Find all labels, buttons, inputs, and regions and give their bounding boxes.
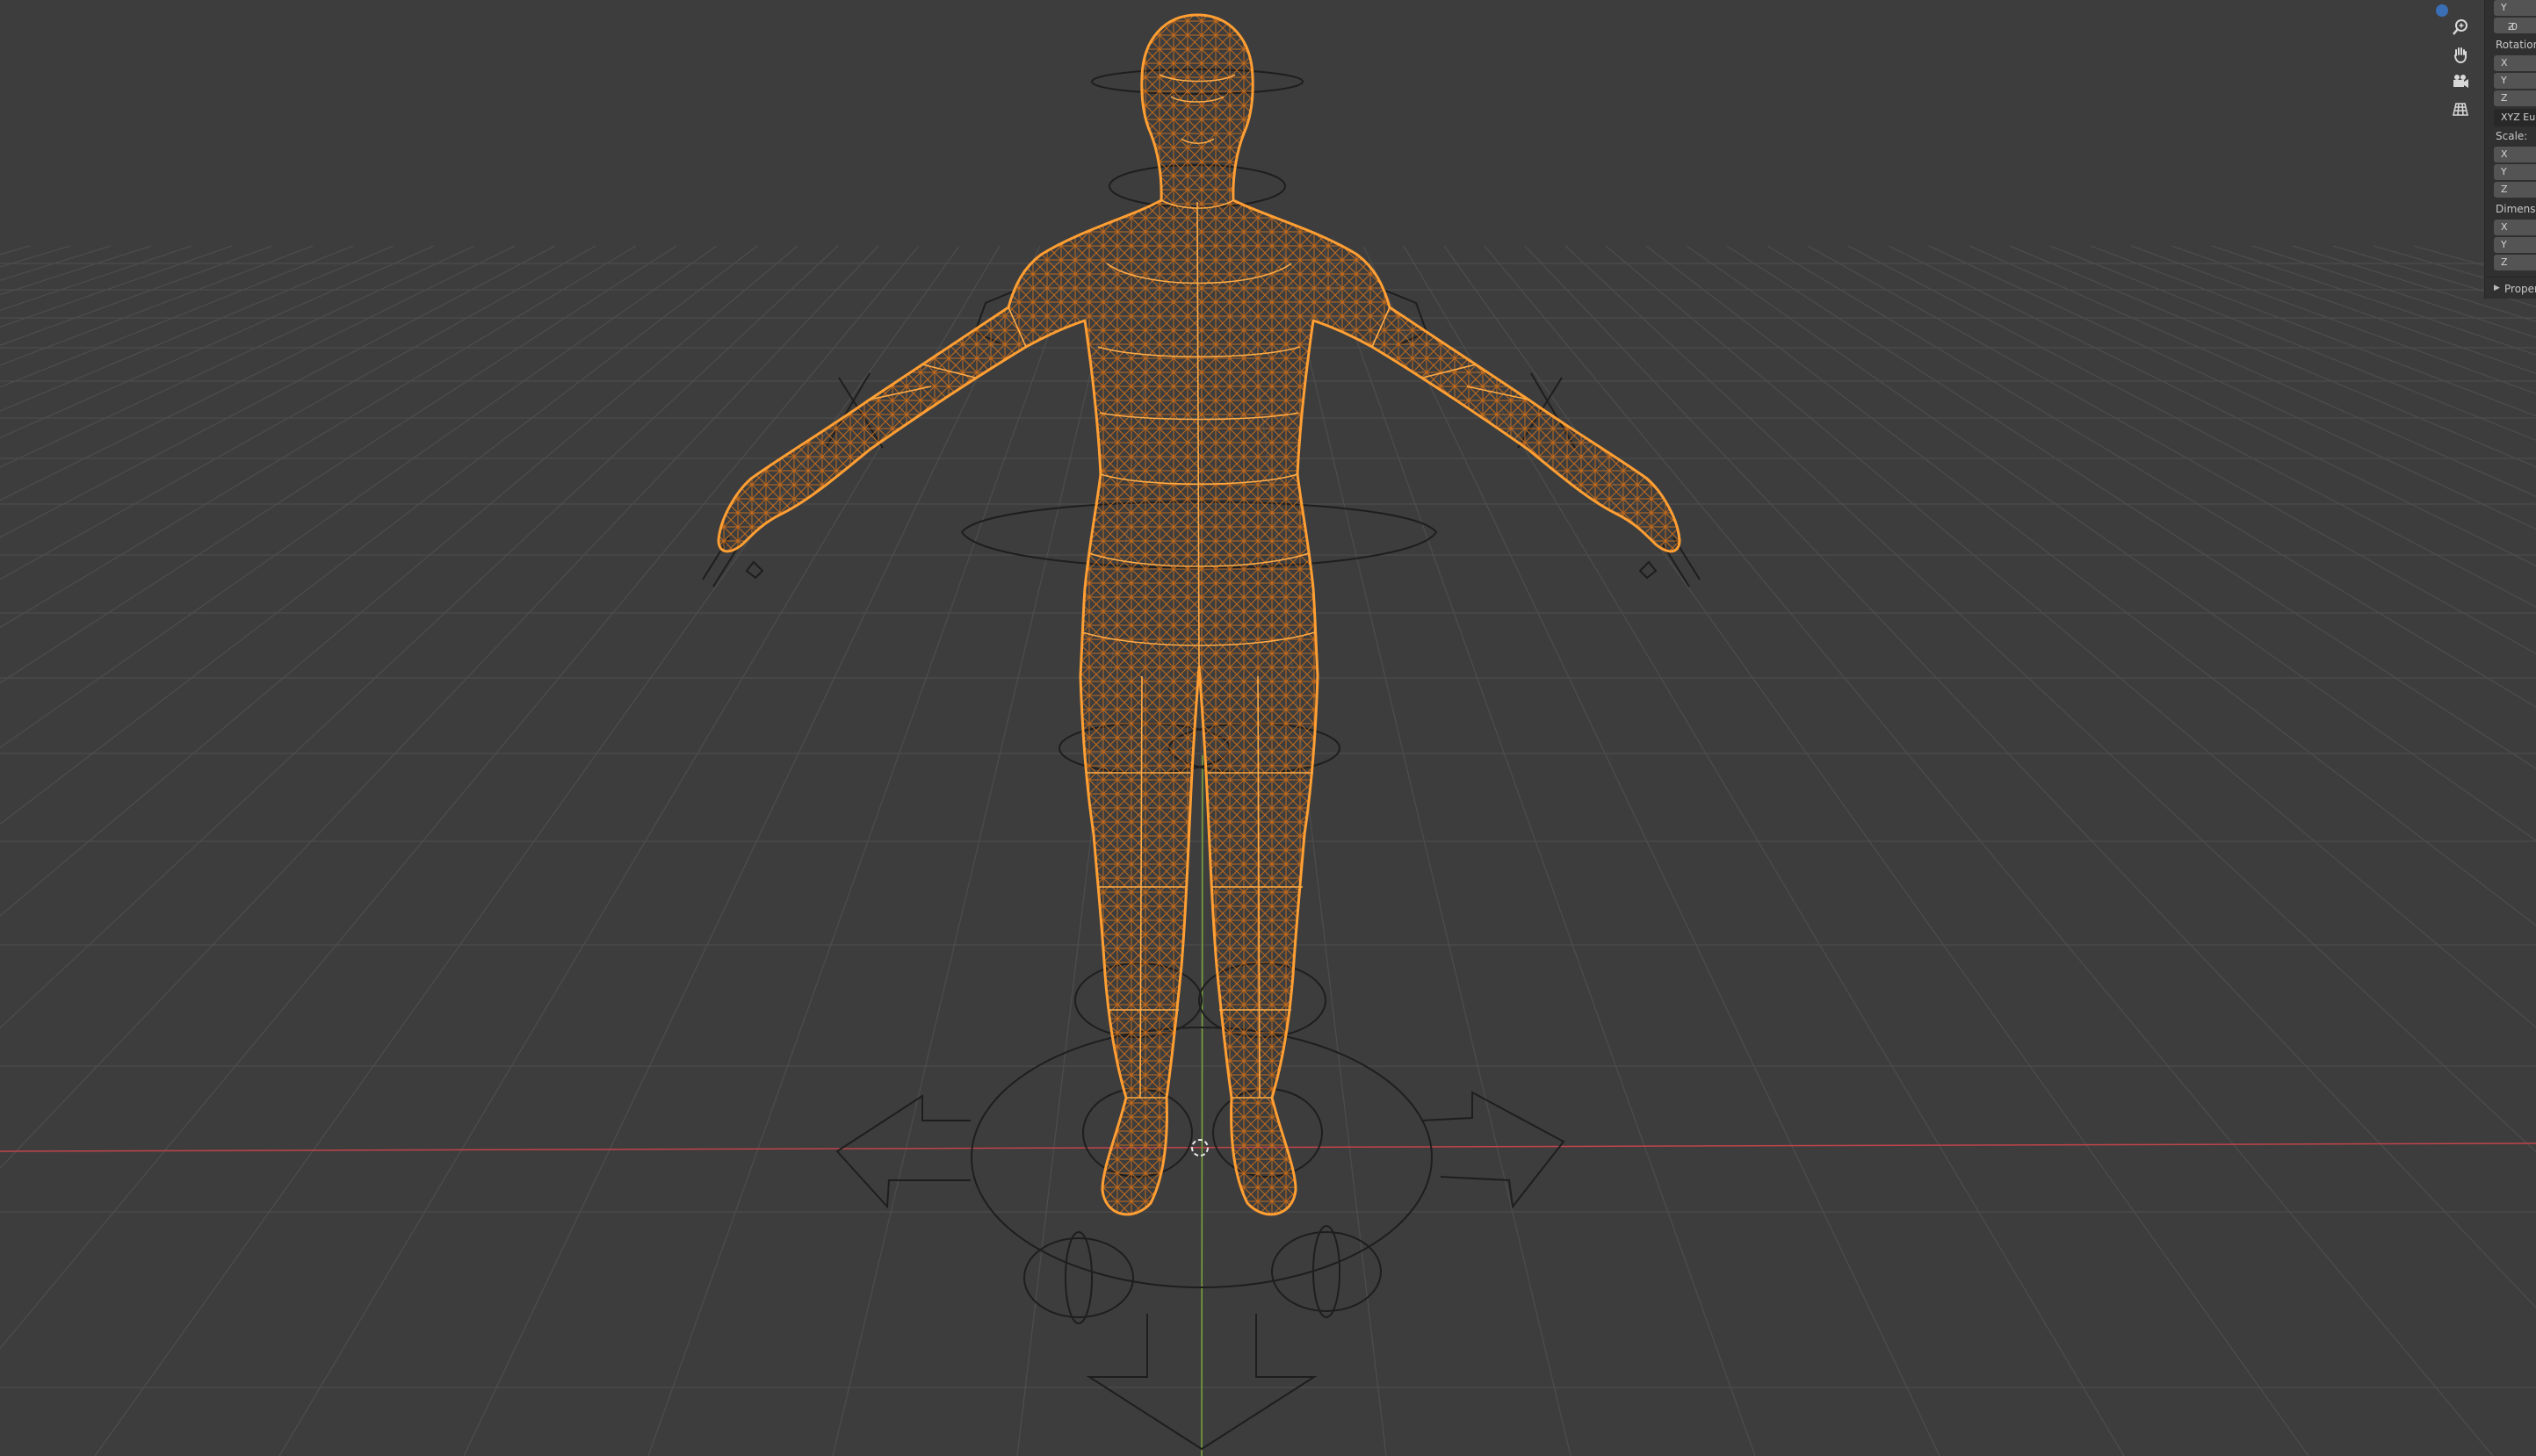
root-arrow-left [835,1094,971,1209]
zoom-icon[interactable] [2451,18,2479,42]
y-axis-line [1201,754,1203,1456]
sidebar-properties-panel: Y Z -0 Rotation: X Y Z XYZ Eule Scale: X… [2484,0,2536,299]
hand-pan-icon[interactable] [2451,45,2479,69]
navigation-axis-dot[interactable] [2436,4,2448,17]
dimensions-y-field[interactable]: Y [2494,237,2536,253]
scale-label: Scale: [2496,130,2528,142]
dimensions-z-field[interactable]: Z [2494,255,2536,270]
location-y-field[interactable]: Y [2494,0,2536,16]
dimensions-label: Dimensio [2496,203,2536,215]
3d-viewport[interactable]: Y Z -0 Rotation: X Y Z XYZ Eule Scale: X… [0,0,2536,1456]
rotation-y-field[interactable]: Y [2494,73,2536,89]
properties-subpanel-header[interactable]: ▶ Proper [2485,277,2536,299]
dimensions-x-field[interactable]: X [2494,220,2536,235]
viewport-canvas[interactable] [0,0,2536,1456]
heel-control-right-inner [1065,1231,1093,1324]
properties-subpanel-label: Proper [2504,283,2536,295]
rotation-z-field[interactable]: Z [2494,90,2536,106]
rotation-mode-dropdown[interactable]: XYZ Eule [2494,109,2536,126]
scale-x-field[interactable]: X [2494,147,2536,162]
scale-y-field[interactable]: Y [2494,164,2536,180]
location-z-field[interactable]: Z -0 [2494,18,2536,33]
root-arrow-right [1420,1091,1565,1209]
scale-z-field[interactable]: Z [2494,182,2536,198]
rotation-x-field[interactable]: X [2494,55,2536,71]
heel-control-left-inner [1312,1225,1340,1318]
camera-icon[interactable] [2451,72,2479,97]
grid-perspective-icon[interactable] [2451,99,2479,124]
navigation-gizmos [2451,0,2479,123]
rotation-label: Rotation: [2496,39,2536,51]
expand-triangle-icon: ▶ [2494,284,2500,292]
human-mesh-wireframe[interactable] [717,13,1681,1216]
